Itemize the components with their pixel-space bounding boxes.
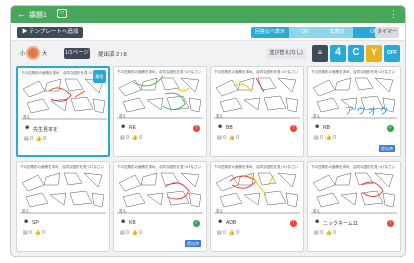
answer-label: 答え [216,208,223,213]
avatar-icon: ☻ [24,125,31,131]
like-icon: 👍 [131,230,138,236]
answer-label: 答え [313,113,321,118]
question-text: 下の四角形の面積を求め、合同な図形を見つけなさい [214,164,298,169]
comment-icon: ▤ [23,230,28,236]
answer-thumbnail[interactable]: 下の四角形の面積を求め、合同な図形を見つけなさい 答え [212,163,302,217]
comment-icon: ▤ [217,135,222,141]
card-reactions: ▤ 0 👍 0 [120,230,143,236]
like-icon: 👍 [35,136,42,142]
app-window: ← 課題1 □ ⋮ ▶ テンプレートへ追加 回答比べ表示 ON 非表示 OFF … [10,5,406,257]
comment-icon: ▤ [120,135,125,141]
bookmark-badge[interactable]: 解答 [93,70,106,83]
answer-label: 答え [119,208,126,213]
avatar-icon: ☻ [120,219,127,225]
answer-card[interactable]: 下の四角形の面積を求め、合同な図形を見つけなさい 答え ☻ RE! ▤ 0 👍 0 [113,66,207,157]
back-arrow-icon[interactable]: ← [17,9,26,19]
answer-thumbnail[interactable]: 下の四角形の面積を求め、合同な図形を見つけなさい 答え ア ウ オ ク [309,68,399,122]
like-icon: 👍 [325,135,332,141]
off-button[interactable]: OFF [384,45,400,62]
alert-icon: ! [290,125,297,132]
avatar-icon: ☻ [217,124,224,130]
question-text: 下の四角形の面積を求め、合同な図形を見つけなさい [311,69,395,74]
avatar-icon: ☻ [23,219,30,225]
compare-button[interactable]: C [348,45,364,62]
answer-label: 答え [22,208,29,213]
alert-icon: ! [290,220,297,227]
answer-card[interactable]: 下の四角形の面積を求め、合同な図形を見つけなさい 答え ☻ ADB! ▤ 0 👍 0 [210,161,304,252]
question-text: 下の四角形の面積を求め、合同な図形を見つけなさい [117,164,201,169]
handwritten-overlay: ア ウ オ ク [345,106,389,116]
answer-card[interactable]: 下の四角形の面積を求め、合同な図形を見つけなさい 答え ☻ SP ▤ 0 👍 0 [16,161,110,252]
comment-icon: ▤ [217,230,222,236]
card-reactions: ▤ 0 👍 0 [120,135,143,141]
comment-icon: ▤ [24,136,29,142]
sort-button[interactable]: 並び替え(なし) [266,48,306,59]
comment-icon: ▤ [120,230,125,236]
compare-mode-label[interactable]: 回答比べ表示 [251,27,289,38]
card-reactions: ▤ 0 👍 0 [217,230,240,236]
question-text: 下の四角形の面積を求め、合同な図形を見つけなさい [117,69,201,74]
answer-card[interactable]: 下の四角形の面積を求め、合同な図形を見つけなさい 答え 解答 ☻ 先生見本を ▤ 0 👍… [16,66,110,157]
zoom-slider-handle[interactable] [26,46,40,60]
highlight-button[interactable]: Y [366,45,382,62]
answer-card[interactable]: 下の四角形の面積を求め、合同な図形を見つけなさい 答え ☻ ニックネーム11! ▤ 0… [307,161,401,252]
compare-mode-hidden[interactable]: 非表示 [321,27,353,38]
submitted-badge[interactable]: 提出済 [379,145,395,152]
card-reactions: ▤ 0 👍 0 [314,230,337,236]
comment-icon: ▤ [314,230,319,236]
answer-label: 答え [119,113,126,118]
answer-thumbnail[interactable]: 下の四角形の面積を求め、合同な図形を見つけなさい 答え [115,68,205,122]
submitted-count: 提出済 2 / 8 [98,52,127,58]
question-text: 下の四角形の面積を求め、合同な図形を見つけなさい [214,69,298,74]
page-title: 課題1 [29,12,47,19]
like-icon: 👍 [228,230,235,236]
card-reactions: ▤ 0 👍 0 [314,135,337,141]
avatar-icon: ☻ [314,219,321,225]
answer-card[interactable]: 下の四角形の面積を求め、合同な図形を見つけなさい 答え ☻ BB! ▤ 0 👍 0 [210,66,304,157]
add-to-template-button[interactable]: ▶ テンプレートへ追加 [17,27,84,38]
comment-icon: ▤ [314,135,319,141]
answer-thumbnail[interactable]: 下の四角形の面積を求め、合同な図形を見つけなさい 答え [115,163,205,217]
check-icon: ✓ [387,125,394,132]
question-text: 下の四角形の面積を求め、合同な図形を見つけなさい [311,164,395,169]
answer-thumbnail[interactable]: 下の四角形の面積を求め、合同な図形を見つけなさい 答え [212,68,302,122]
timer-button[interactable]: タイマー [375,27,399,38]
avatar-icon: ☻ [217,219,224,225]
answer-card[interactable]: 下の四角形の面積を求め、合同な図形を見つけなさい 答え ☻ KB ✓ ▤ 0 👍 0 提出… [113,161,207,252]
submitted-badge[interactable]: 提出済 [185,240,201,247]
compare-mode-on[interactable]: ON [289,27,321,38]
like-icon: 👍 [34,230,41,236]
like-icon: 👍 [325,230,332,236]
card-reactions: ▤ 0 👍 0 [23,230,46,236]
menu-icon[interactable]: ⋮ [389,8,398,20]
answer-card[interactable]: 下の四角形の面積を求め、合同な図形を見つけなさい 答えア ウ オ ク ☻ RB ✓ ▤ … [307,66,401,157]
edit-icon[interactable]: □ [57,9,67,18]
card-reactions: ▤ 0 👍 0 [217,135,240,141]
question-text: 下の四角形の面積を求め、合同な図形を見つけなさい [20,164,104,169]
avatar-icon: ☻ [120,124,127,130]
check-icon: ✓ [193,220,200,227]
view-toolbar: 小 大 1/1ページ 提出済 2 / 8 並び替え(なし) ≡ 4 C Y OF… [11,42,405,65]
zoom-large-label: 大 [42,51,48,57]
answer-label: 答え [23,114,30,119]
like-icon: 👍 [131,135,138,141]
avatar-icon: ☻ [314,124,321,130]
action-toolbar: ▶ テンプレートへ追加 回答比べ表示 ON 非表示 OFF タイマー [11,23,405,41]
answer-label: 答え [313,208,321,213]
list-view-button[interactable]: ≡ [312,45,328,62]
answer-thumbnail[interactable]: 下の四角形の面積を求め、合同な図形を見つけなさい 答え [18,163,108,217]
grid-4-button[interactable]: 4 [330,45,346,62]
like-icon: 👍 [228,135,235,141]
zoom-small-label: 小 [20,51,26,57]
alert-icon: ! [193,125,200,132]
page-selector[interactable]: 1/1ページ [64,48,90,59]
alert-icon: ! [387,220,394,227]
card-reactions: ▤ 0 👍 0 [24,136,47,142]
top-bar: ← 課題1 □ ⋮ [11,6,405,23]
answer-thumbnail[interactable]: 下の四角形の面積を求め、合同な図形を見つけなさい 答え [309,163,399,217]
answer-label: 答え [216,113,223,118]
answer-grid: 下の四角形の面積を求め、合同な図形を見つけなさい 答え 解答 ☻ 先生見本を ▤ 0 👍… [16,66,402,254]
